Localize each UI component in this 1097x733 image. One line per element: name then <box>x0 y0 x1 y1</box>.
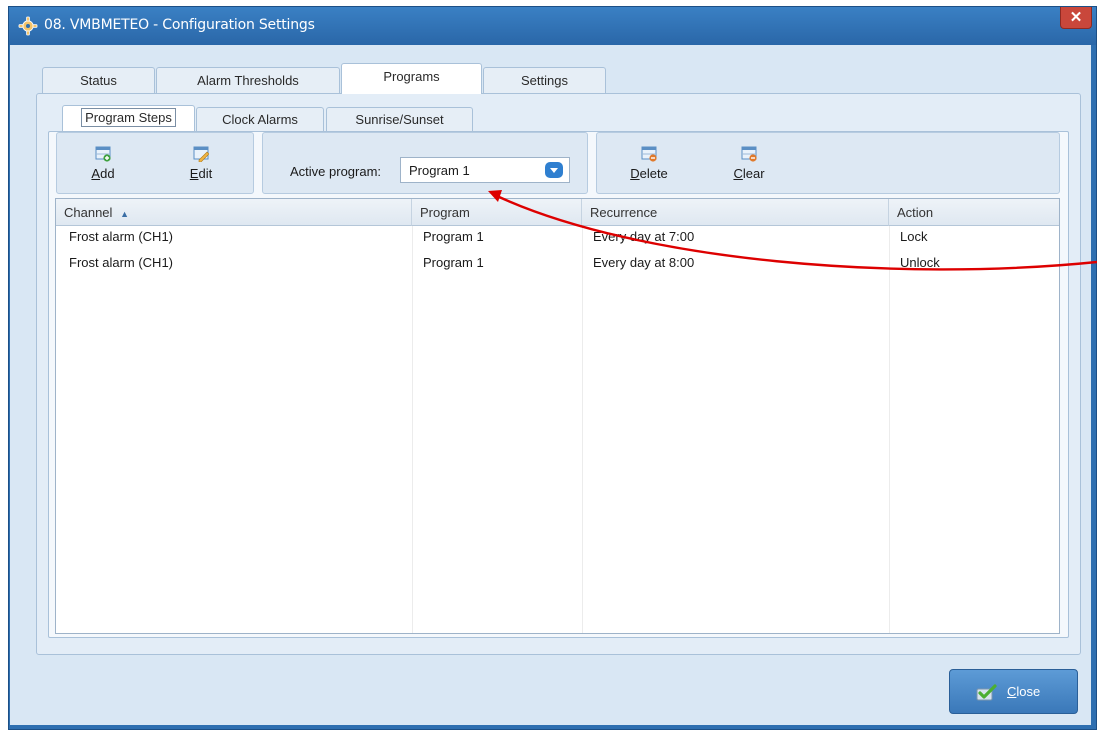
cell-action: Lock <box>900 229 928 244</box>
edit-button-label: Edit <box>189 166 213 181</box>
checkmark-icon <box>976 684 997 701</box>
close-button[interactable]: Close <box>949 669 1078 714</box>
chevron-down-icon[interactable] <box>545 162 563 178</box>
tab-settings[interactable]: Settings <box>483 67 606 95</box>
column-header-label: Channel <box>64 205 113 220</box>
edit-row-icon <box>193 146 209 162</box>
add-row-icon <box>95 146 111 162</box>
tab-label: Settings <box>521 73 568 88</box>
delete-button-label: Delete <box>630 166 668 181</box>
column-header-label: Recurrence <box>590 205 658 220</box>
tab-label: Status <box>80 73 117 88</box>
clear-button-label: Clear <box>733 166 765 181</box>
subtab-sunrise-sunset[interactable]: Sunrise/Sunset <box>326 107 473 133</box>
close-button-label: Close <box>1007 684 1041 699</box>
column-header-recurrence[interactable]: Recurrence <box>582 199 889 226</box>
table-row[interactable]: Frost alarm (CH1) Program 1 Every day at… <box>56 229 1059 253</box>
clear-button[interactable]: Clear <box>722 146 776 181</box>
sort-ascending-icon: ▲ <box>120 209 129 219</box>
cell-program: Program 1 <box>423 255 484 270</box>
delete-button[interactable]: Delete <box>622 146 676 181</box>
title-bar[interactable]: 08. VMBMETEO - Configuration Settings ✕ <box>9 7 1096 45</box>
subtab-clock-alarms[interactable]: Clock Alarms <box>196 107 324 133</box>
tab-alarm-thresholds[interactable]: Alarm Thresholds <box>156 67 340 95</box>
cell-action: Unlock <box>900 255 940 270</box>
clear-rows-icon <box>741 146 757 162</box>
window-close-button[interactable]: ✕ <box>1060 7 1092 29</box>
column-divider <box>582 226 583 633</box>
tab-programs[interactable]: Programs <box>341 63 482 94</box>
cell-recurrence: Every day at 7:00 <box>593 229 695 244</box>
active-program-label: Active program: <box>290 164 382 179</box>
program-steps-grid: Channel ▲ Program Recurrence Action Fros… <box>55 198 1060 634</box>
subtab-label: Clock Alarms <box>222 112 298 127</box>
column-divider <box>412 226 413 633</box>
cell-channel: Frost alarm (CH1) <box>69 255 174 270</box>
cell-channel: Frost alarm (CH1) <box>69 229 174 244</box>
tab-label: Programs <box>383 69 440 84</box>
edit-button[interactable]: Edit <box>174 146 228 181</box>
add-button-label: Add <box>91 166 115 181</box>
tab-status[interactable]: Status <box>42 67 155 95</box>
active-program-value: Program 1 <box>409 163 470 178</box>
delete-row-icon <box>641 146 657 162</box>
cell-program: Program 1 <box>423 229 484 244</box>
column-header-action[interactable]: Action <box>889 199 1059 226</box>
table-row[interactable]: Frost alarm (CH1) Program 1 Every day at… <box>56 255 1059 279</box>
subtab-program-steps[interactable]: Program Steps <box>62 105 195 131</box>
column-header-channel[interactable]: Channel ▲ <box>56 199 412 226</box>
subtab-label: Sunrise/Sunset <box>355 112 444 127</box>
subtab-label: Program Steps <box>81 108 176 127</box>
column-divider <box>889 226 890 633</box>
cell-recurrence: Every day at 8:00 <box>593 255 695 270</box>
column-header-label: Action <box>897 205 934 220</box>
column-header-label: Program <box>420 205 470 220</box>
active-program-select[interactable]: Program 1 <box>400 157 570 183</box>
window-title: 08. VMBMETEO - Configuration Settings <box>44 17 315 33</box>
gear-icon <box>18 16 38 36</box>
tab-label: Alarm Thresholds <box>197 73 299 88</box>
column-header-program[interactable]: Program <box>412 199 582 226</box>
add-button[interactable]: Add <box>76 146 130 181</box>
